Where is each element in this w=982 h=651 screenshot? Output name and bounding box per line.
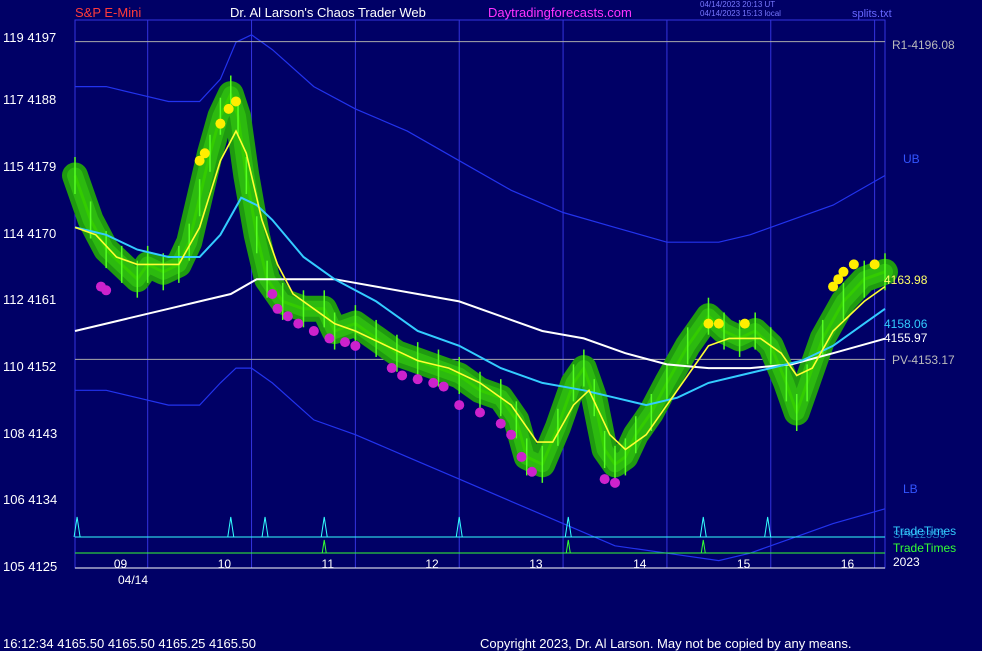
down-dot-20: [526, 466, 537, 477]
y-tick-label: 105 4125: [3, 559, 58, 574]
r1-label: R1-4196.08: [892, 38, 955, 52]
up-dot-4: [230, 96, 241, 107]
x-tick-label: 10: [217, 557, 232, 571]
up-dot-1: [199, 148, 210, 159]
down-dot-4: [282, 311, 293, 322]
timestamp-ut: 04/14/2023 20:13 UT: [700, 0, 776, 9]
down-dot-6: [308, 326, 319, 337]
last-price-label: 4163.98: [884, 273, 928, 287]
ma-mid-value-label: 4158.06: [884, 317, 928, 331]
x-tick-label: 13: [529, 557, 543, 571]
down-dot-14: [438, 381, 449, 392]
splits-file-label: splits.txt: [852, 8, 892, 20]
trade-times-code-label: SP4123S3: [893, 529, 946, 541]
trade-times-label-2: TradeTimes: [893, 541, 957, 555]
x-tick-label: 12: [425, 557, 439, 571]
down-dot-11: [397, 370, 408, 381]
down-dot-2: [267, 289, 278, 299]
up-dot-10: [838, 266, 849, 277]
chart-canvas: [0, 0, 982, 650]
down-dot-8: [340, 337, 350, 348]
down-dot-19: [516, 451, 527, 462]
down-dot-12: [412, 374, 423, 385]
down-dot-1: [101, 285, 112, 296]
up-dot-3: [223, 103, 234, 114]
ma-slow-value-label: 4155.97: [884, 331, 928, 345]
down-dot-10: [386, 363, 397, 374]
up-dot-2: [215, 118, 226, 129]
pv-label: PV-4153.17: [892, 353, 955, 367]
down-dot-17: [495, 418, 506, 429]
x-tick-label: 15: [736, 557, 751, 571]
y-tick-label: 106 4134: [3, 492, 58, 508]
upper-band-label: UB: [903, 152, 920, 166]
y-tick-label: 114 4170: [3, 225, 57, 241]
y-tick-label: 117 4188: [3, 92, 57, 108]
quote-readout: 16:12:34 4165.50 4165.50 4165.25 4165.50: [3, 636, 257, 651]
down-dot-18: [506, 429, 517, 440]
up-dot-11: [848, 259, 859, 270]
lower-band-label: LB: [903, 482, 918, 496]
x-tick-label: 11: [321, 557, 334, 571]
up-dot-7: [739, 318, 750, 329]
site-title: Dr. Al Larson's Chaos Trader Web: [230, 5, 426, 20]
up-dot-12: [869, 259, 880, 270]
down-dot-7: [324, 333, 335, 344]
down-dot-5: [293, 318, 304, 329]
timestamp-local: 04/14/2023 15:13 local: [700, 9, 781, 18]
x-tick-label: 16: [840, 557, 855, 571]
down-dot-22: [610, 477, 620, 488]
y-tick-label: 119 4197: [3, 29, 57, 45]
down-dot-21: [599, 474, 610, 485]
down-dot-15: [454, 400, 465, 411]
site-link[interactable]: Daytradingforecasts.com: [488, 6, 632, 20]
down-dot-3: [272, 303, 283, 314]
y-tick-label: 108 4143: [3, 425, 58, 441]
up-dot-6: [713, 318, 724, 329]
date-label: 04/14: [118, 573, 149, 587]
y-tick-label: 112 4161: [3, 292, 57, 308]
copyright-notice: Copyright 2023, Dr. Al Larson. May not b…: [480, 636, 852, 651]
x-tick-label: 09: [113, 557, 128, 571]
up-dot-5: [703, 318, 714, 329]
y-tick-label: 115 4179: [3, 159, 57, 175]
symbol-title: S&P E-Mini: [75, 5, 142, 20]
y-tick-label: 110 4152: [3, 359, 57, 375]
down-dot-16: [475, 407, 485, 418]
year-label: 2023: [893, 555, 920, 569]
x-tick-label: 14: [633, 557, 647, 571]
down-dot-13: [428, 377, 439, 388]
down-dot-9: [350, 340, 361, 351]
